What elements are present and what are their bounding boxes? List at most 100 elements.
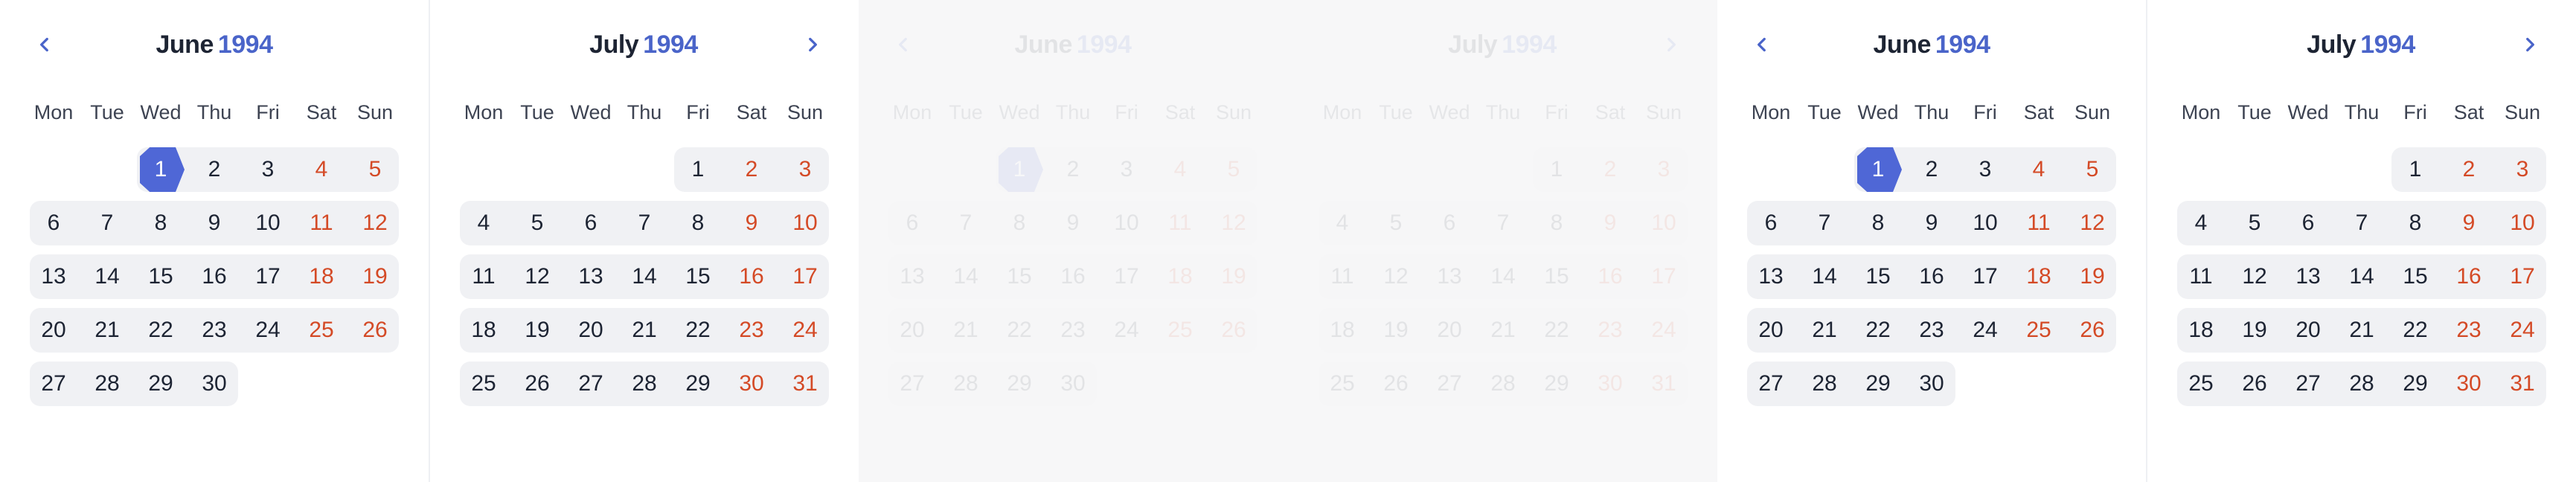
day-cell[interactable]: 3 — [241, 143, 295, 196]
day-cell[interactable]: 17 — [1637, 250, 1691, 303]
day-cell[interactable]: 13 — [1423, 250, 1476, 303]
day-cell[interactable]: 15 — [2388, 250, 2442, 303]
day-cell[interactable]: 16 — [2442, 250, 2496, 303]
day-cell[interactable]: 3 — [2496, 143, 2549, 196]
day-cell[interactable]: 2 — [1046, 143, 1100, 196]
day-cell[interactable]: 29 — [1851, 357, 1905, 411]
day-cell[interactable]: 9 — [725, 196, 778, 250]
day-cell[interactable]: 24 — [241, 303, 295, 357]
day-cell[interactable]: 21 — [618, 303, 671, 357]
day-cell[interactable]: 15 — [1851, 250, 1905, 303]
day-cell[interactable]: 25 — [295, 303, 348, 357]
day-cell[interactable]: 3 — [1100, 143, 1153, 196]
day-cell[interactable]: 24 — [2496, 303, 2549, 357]
day-cell[interactable]: 13 — [564, 250, 618, 303]
day-cell[interactable]: 25 — [1153, 303, 1207, 357]
day-cell[interactable]: 19 — [1369, 303, 1423, 357]
day-cell[interactable]: 4 — [457, 196, 510, 250]
prev-month-button[interactable] — [1740, 22, 1784, 67]
day-cell[interactable]: 8 — [2388, 196, 2442, 250]
day-cell[interactable]: 18 — [295, 250, 348, 303]
day-cell[interactable]: 9 — [1905, 196, 1958, 250]
day-cell[interactable]: 11 — [457, 250, 510, 303]
day-cell[interactable]: 8 — [1851, 196, 1905, 250]
day-cell[interactable]: 10 — [1100, 196, 1153, 250]
day-cell[interactable]: 20 — [27, 303, 80, 357]
day-cell[interactable]: 18 — [1153, 250, 1207, 303]
day-cell[interactable]: 19 — [2228, 303, 2281, 357]
day-cell[interactable]: 5 — [1369, 196, 1423, 250]
day-cell[interactable]: 5 — [348, 143, 402, 196]
day-cell[interactable]: 26 — [1369, 357, 1423, 411]
day-cell[interactable]: 22 — [1851, 303, 1905, 357]
day-cell[interactable]: 16 — [1905, 250, 1958, 303]
day-cell[interactable]: 6 — [2281, 196, 2335, 250]
day-cell[interactable]: 15 — [134, 250, 188, 303]
day-cell[interactable]: 11 — [295, 196, 348, 250]
day-cell[interactable]: 14 — [80, 250, 134, 303]
day-cell[interactable]: 15 — [1530, 250, 1583, 303]
day-cell[interactable]: 30 — [1046, 357, 1100, 411]
day-cell[interactable]: 7 — [2335, 196, 2388, 250]
next-month-button[interactable] — [1649, 22, 1694, 67]
day-cell[interactable]: 14 — [1476, 250, 1530, 303]
day-cell[interactable]: 12 — [1207, 196, 1260, 250]
day-cell[interactable]: 8 — [1530, 196, 1583, 250]
day-cell[interactable]: 13 — [27, 250, 80, 303]
day-cell[interactable]: 5 — [510, 196, 564, 250]
day-cell[interactable]: 26 — [510, 357, 564, 411]
day-cell[interactable]: 10 — [1958, 196, 2012, 250]
day-cell[interactable]: 26 — [2066, 303, 2119, 357]
day-cell[interactable]: 30 — [725, 357, 778, 411]
day-cell[interactable]: 6 — [885, 196, 939, 250]
day-cell[interactable]: 17 — [1958, 250, 2012, 303]
day-cell[interactable]: 4 — [2174, 196, 2228, 250]
day-cell[interactable]: 29 — [2388, 357, 2442, 411]
day-cell[interactable]: 13 — [885, 250, 939, 303]
day-cell[interactable]: 3 — [778, 143, 832, 196]
day-cell[interactable]: 29 — [993, 357, 1046, 411]
day-cell[interactable]: 12 — [2228, 250, 2281, 303]
day-cell[interactable]: 20 — [885, 303, 939, 357]
day-cell[interactable]: 18 — [457, 303, 510, 357]
day-cell[interactable]: 13 — [1744, 250, 1798, 303]
day-cell[interactable]: 19 — [510, 303, 564, 357]
day-cell[interactable]: 23 — [188, 303, 241, 357]
day-cell[interactable]: 9 — [188, 196, 241, 250]
day-cell[interactable]: 15 — [671, 250, 725, 303]
day-cell[interactable]: 10 — [2496, 196, 2549, 250]
day-cell[interactable]: 27 — [564, 357, 618, 411]
day-cell[interactable]: 21 — [80, 303, 134, 357]
day-cell[interactable]: 11 — [1316, 250, 1369, 303]
day-cell[interactable]: 30 — [1905, 357, 1958, 411]
day-cell[interactable]: 7 — [939, 196, 993, 250]
day-cell[interactable]: 14 — [2335, 250, 2388, 303]
day-cell-selected[interactable]: 1 — [1851, 143, 1905, 196]
day-cell[interactable]: 25 — [2174, 357, 2228, 411]
day-cell[interactable]: 31 — [778, 357, 832, 411]
day-cell[interactable]: 28 — [1798, 357, 1851, 411]
next-month-button[interactable] — [2508, 22, 2552, 67]
day-cell[interactable]: 18 — [2174, 303, 2228, 357]
day-cell[interactable]: 18 — [2012, 250, 2066, 303]
day-cell[interactable]: 11 — [2174, 250, 2228, 303]
day-cell[interactable]: 27 — [885, 357, 939, 411]
day-cell[interactable]: 2 — [2442, 143, 2496, 196]
day-cell[interactable]: 22 — [671, 303, 725, 357]
day-cell[interactable]: 23 — [1583, 303, 1637, 357]
day-cell[interactable]: 27 — [27, 357, 80, 411]
day-cell[interactable]: 17 — [241, 250, 295, 303]
day-cell[interactable]: 6 — [1744, 196, 1798, 250]
day-cell[interactable]: 14 — [1798, 250, 1851, 303]
day-cell[interactable]: 12 — [348, 196, 402, 250]
day-cell[interactable]: 9 — [2442, 196, 2496, 250]
day-cell[interactable]: 12 — [2066, 196, 2119, 250]
day-cell[interactable]: 4 — [295, 143, 348, 196]
day-cell[interactable]: 23 — [725, 303, 778, 357]
day-cell[interactable]: 10 — [241, 196, 295, 250]
day-cell[interactable]: 6 — [564, 196, 618, 250]
day-cell[interactable]: 24 — [1637, 303, 1691, 357]
day-cell[interactable]: 25 — [1316, 357, 1369, 411]
day-cell[interactable]: 24 — [1100, 303, 1153, 357]
day-cell[interactable]: 29 — [1530, 357, 1583, 411]
